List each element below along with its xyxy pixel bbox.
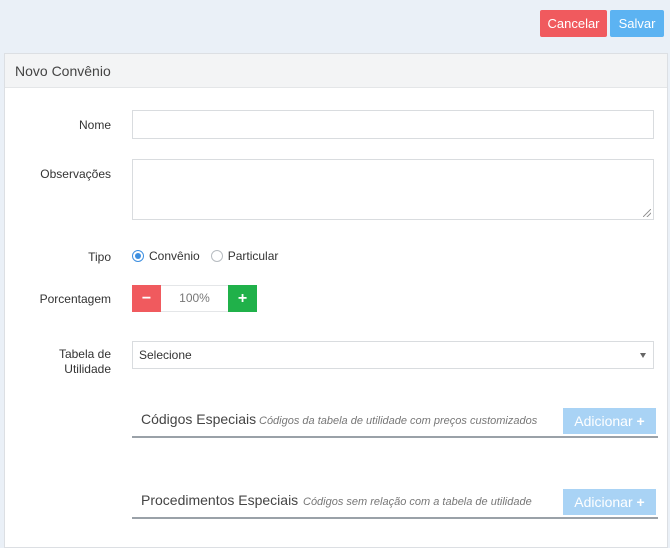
plus-icon: + [636, 494, 645, 510]
nome-input[interactable] [132, 110, 654, 139]
section-title: Códigos Especiais [141, 411, 257, 427]
radio-particular[interactable] [210, 250, 223, 262]
tabela-select-value: Selecione [139, 348, 192, 362]
top-toolbar: Cancelar Salvar [0, 0, 670, 52]
observacoes-label: Observações [40, 167, 111, 181]
tabela-label: Tabela de Utilidade [11, 347, 111, 377]
plus-icon: + [636, 413, 645, 429]
add-button-label: Adicionar [574, 413, 633, 429]
section-codigos-especiais: Códigos Especiais Códigos da tabela de u… [132, 408, 658, 438]
radio-convenio-label[interactable]: Convênio [149, 249, 200, 263]
form-panel: Novo Convênio Nome Observações Tipo Conv… [4, 53, 668, 548]
tipo-radio-group: Convênio Particular [132, 249, 278, 263]
resize-handle-icon[interactable] [643, 209, 651, 217]
observacoes-textarea[interactable] [132, 159, 654, 220]
tabela-label-line1: Tabela de [58, 347, 111, 361]
increment-button[interactable]: + [228, 285, 257, 312]
caret-down-icon [640, 353, 646, 358]
panel-title: Novo Convênio [5, 54, 667, 88]
tipo-label: Tipo [88, 250, 111, 264]
tabela-label-line2: Utilidade [64, 362, 111, 376]
radio-convenio[interactable] [132, 250, 144, 262]
add-button-label: Adicionar [574, 494, 633, 510]
tabela-select[interactable]: Selecione [132, 341, 654, 369]
cancel-button[interactable]: Cancelar [540, 10, 607, 37]
decrement-button[interactable]: − [132, 285, 161, 312]
section-procedimentos-especiais: Procedimentos Especiais Códigos sem rela… [132, 489, 658, 519]
porcentagem-value[interactable]: 100% [161, 285, 228, 312]
section-title: Procedimentos Especiais [141, 492, 299, 508]
porcentagem-label: Porcentagem [39, 292, 111, 306]
nome-label: Nome [78, 118, 111, 132]
save-button[interactable]: Salvar [610, 10, 664, 37]
section-subtitle: Códigos da tabela de utilidade com preço… [259, 415, 538, 427]
section-subtitle: Códigos sem relação com a tabela de util… [303, 496, 532, 508]
radio-particular-label[interactable]: Particular [228, 249, 279, 263]
add-codigo-button[interactable]: Adicionar + [563, 408, 656, 434]
add-procedimento-button[interactable]: Adicionar + [563, 489, 656, 515]
